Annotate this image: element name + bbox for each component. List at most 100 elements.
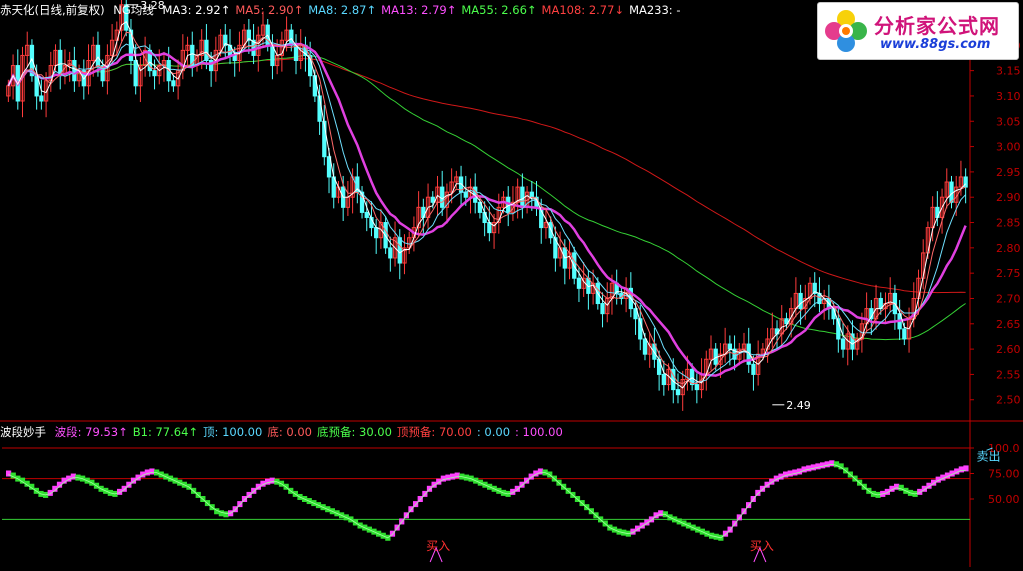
- ma-legend-item-3: MA13: 2.79↑: [381, 3, 457, 17]
- candle-body: [751, 363, 756, 375]
- indicator-legend-item-6: : 0.00: [476, 425, 511, 439]
- price-tick-label: 3.05: [996, 115, 1021, 128]
- ma-legend-item-0: MA3: 2.92↑: [162, 3, 231, 17]
- ind-tick-label: 50.00: [988, 493, 1020, 506]
- candle-body: [840, 338, 846, 350]
- price-tick-label: 2.70: [996, 292, 1021, 305]
- candle-body: [694, 384, 699, 391]
- indicator-header: 波段妙手 波段: 79.53↑ B1: 77.64↑ 顶: 100.00 底: 0.0…: [0, 426, 573, 439]
- band-block: [426, 485, 433, 492]
- band-block: [820, 462, 826, 469]
- band-block: [269, 477, 275, 484]
- candle-body: [600, 303, 605, 315]
- candle-body: [171, 80, 176, 87]
- indicator-legend-item-7: : 100.00: [515, 425, 563, 439]
- candle-body: [133, 60, 138, 87]
- site-logo[interactable]: 分析家公式网 www.88gs.com: [817, 2, 1019, 60]
- candle-body: [798, 292, 803, 310]
- price-tick-label: 2.75: [996, 267, 1021, 280]
- candle-body: [204, 39, 209, 62]
- logo-url[interactable]: www.88gs.com: [880, 37, 990, 52]
- band-block: [450, 473, 456, 480]
- candle-body: [72, 60, 77, 82]
- candle-body: [293, 44, 299, 62]
- indicator-legend-item-3: 底: 0.00: [267, 425, 312, 439]
- candle-body: [463, 191, 468, 198]
- flower-icon: [825, 10, 867, 52]
- band-block: [241, 496, 248, 502]
- ma13-line: [7, 42, 967, 377]
- candle-body: [374, 227, 379, 239]
- indicator-legend-item-4: 底预备: 30.00: [316, 425, 392, 439]
- band-block: [810, 464, 816, 471]
- candle-body: [58, 49, 63, 77]
- price-tick-label: 3.10: [996, 90, 1021, 103]
- band-block: [824, 461, 830, 468]
- candle-body: [520, 186, 525, 208]
- band-block: [223, 511, 229, 518]
- ma-legend-item-6: MA233: -: [629, 3, 681, 17]
- candle-body: [487, 222, 492, 234]
- candle-body: [949, 181, 954, 203]
- candle-body: [642, 338, 648, 355]
- band-block: [237, 501, 243, 508]
- ma-legend: MA3: 2.92↑ MA5: 2.90↑ MA8: 2.87↑ MA13: 2.79…: [162, 3, 685, 17]
- indicator-title: 波段妙手: [0, 425, 46, 439]
- logo-title: 分析家公式网: [874, 14, 1000, 38]
- indicator-legend-item-2: 顶: 100.00: [203, 425, 263, 439]
- band-block: [829, 460, 835, 467]
- band-block: [755, 489, 761, 496]
- stock-title: 赤天化(日线,前复权): [0, 3, 105, 17]
- price-annotation: 2.49: [786, 399, 811, 412]
- sell-signal-label: 卖出: [977, 449, 1001, 463]
- band-block: [454, 472, 460, 479]
- band-block: [792, 469, 798, 476]
- candle-body: [34, 75, 39, 97]
- price-header: 赤天化(日线,前复权) NG均线 MA3: 2.92↑ MA5: 2.90↑ MA8…: [0, 4, 690, 17]
- candle-body: [902, 328, 907, 340]
- candle-body: [661, 373, 666, 386]
- candle-body: [152, 70, 157, 77]
- ind-tick-label: 75.00: [988, 468, 1020, 481]
- band-block: [815, 463, 821, 470]
- ma-legend-item-1: MA5: 2.90↑: [235, 3, 304, 17]
- chart-canvas: 3.203.153.103.053.002.952.902.852.802.75…: [0, 0, 1023, 567]
- b1-line: [8, 463, 966, 539]
- candle-body: [576, 277, 582, 289]
- band-block: [787, 470, 793, 477]
- indicator-legend-item-5: 顶预备: 70.00: [396, 425, 472, 439]
- band-block: [149, 468, 155, 475]
- ma108-line: [7, 58, 966, 294]
- indicator-legend-item-0: 波段: 79.53↑: [54, 425, 128, 439]
- buy-signal-label: 买入: [750, 539, 774, 553]
- price-tick-label: 2.50: [996, 394, 1021, 407]
- price-tick-label: 2.65: [996, 318, 1021, 331]
- ma3-line: [7, 20, 966, 389]
- buy-signal-label: 买入: [426, 539, 450, 553]
- indicator-legend-item-1: B1: 77.64↑: [132, 425, 199, 439]
- candle-body: [440, 186, 445, 208]
- ma-legend-item-4: MA55: 2.66↑: [461, 3, 537, 17]
- candle-body: [388, 247, 393, 259]
- chart-root: 3.203.153.103.053.002.952.902.852.802.75…: [0, 0, 1023, 567]
- band-block: [806, 465, 812, 472]
- band-block: [422, 490, 428, 497]
- candle-body: [95, 44, 101, 67]
- candle-body: [364, 211, 369, 218]
- indicator-name: NG均线: [113, 3, 154, 17]
- indicator-legend: 波段: 79.53↑ B1: 77.64↑ 顶: 100.00 底: 0.00 底预备:…: [55, 425, 568, 439]
- band-block: [408, 506, 414, 513]
- price-tick-label: 2.85: [996, 217, 1021, 230]
- band-block: [445, 474, 451, 481]
- ma-legend-item-2: MA8: 2.87↑: [308, 3, 377, 17]
- price-tick-label: 3.00: [996, 141, 1021, 154]
- candle-body: [675, 389, 681, 396]
- candle-body: [727, 343, 733, 350]
- price-tick-label: 2.55: [996, 368, 1021, 381]
- ma-legend-item-5: MA108: 2.77↓: [541, 3, 625, 17]
- candle-body: [397, 237, 402, 264]
- price-tick-label: 3.15: [996, 65, 1021, 78]
- price-tick-label: 2.90: [996, 191, 1021, 204]
- candle-body: [39, 95, 44, 102]
- price-tick-label: 2.80: [996, 242, 1021, 255]
